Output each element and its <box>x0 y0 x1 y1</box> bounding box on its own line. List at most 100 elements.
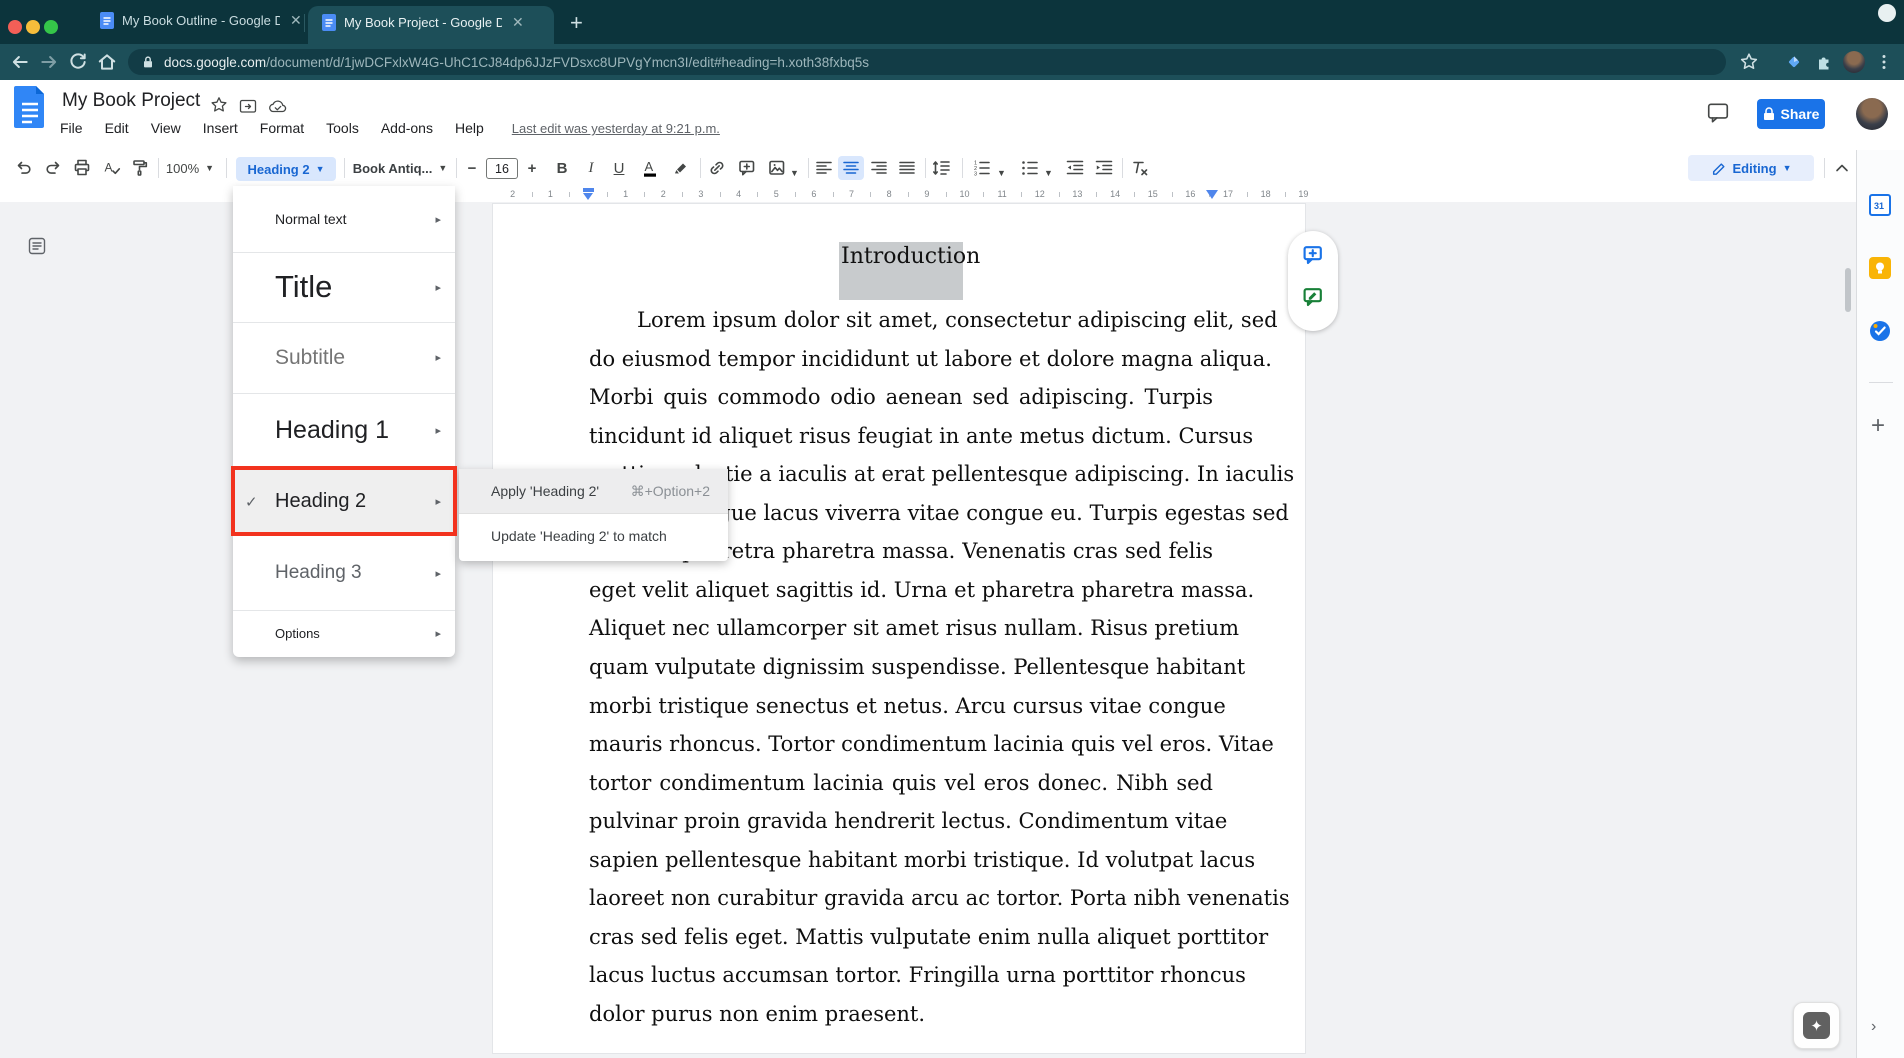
account-avatar[interactable] <box>1856 98 1888 130</box>
extensions-puzzle-icon[interactable] <box>1814 52 1834 77</box>
menu-insert[interactable]: Insert <box>203 120 238 136</box>
right-indent-marker[interactable] <box>1206 190 1218 199</box>
justify-icon[interactable] <box>897 158 917 178</box>
tab-my-book-project[interactable]: My Book Project - Google Docs ✕ <box>322 14 524 31</box>
show-outline-icon[interactable] <box>27 236 47 256</box>
paragraph-line[interactable]: sapien pellentesque habitant morbi trist… <box>589 841 1213 880</box>
paragraph-line[interactable]: dolor purus non enim praesent. <box>589 995 1213 1034</box>
reload-icon[interactable] <box>68 52 88 72</box>
close-window-button[interactable] <box>8 20 22 34</box>
chevron-down-icon[interactable]: ▼ <box>790 163 799 181</box>
insert-image-icon[interactable] <box>767 158 787 178</box>
align-right-icon[interactable] <box>869 158 889 178</box>
minimize-window-button[interactable] <box>26 20 40 34</box>
google-keep-icon[interactable] <box>1869 257 1891 279</box>
update-heading-2-item[interactable]: Update 'Heading 2' to match <box>459 514 728 558</box>
suggest-edits-icon[interactable] <box>1301 285 1325 309</box>
paragraph-line[interactable]: morbi tristique senectus et netus. Arcu … <box>589 687 1213 726</box>
text-color-icon[interactable]: A <box>640 158 660 178</box>
bulleted-list-icon[interactable] <box>1020 158 1040 178</box>
menu-view[interactable]: View <box>151 120 181 136</box>
paragraph-line[interactable]: mauris rhoncus. Tortor condimentum lacin… <box>589 725 1213 764</box>
close-tab-icon[interactable]: ✕ <box>290 12 302 29</box>
open-comments-icon[interactable] <box>1706 101 1730 125</box>
increase-font-size-button[interactable]: + <box>522 158 542 178</box>
menu-format[interactable]: Format <box>260 120 304 136</box>
add-comment-icon[interactable] <box>1301 243 1325 267</box>
browser-profile-avatar[interactable] <box>1843 51 1865 73</box>
browser-menu-kebab-icon[interactable] <box>1874 52 1894 77</box>
highlight-color-icon[interactable] <box>670 158 690 178</box>
collapse-side-panel-icon[interactable]: › <box>1871 1018 1876 1036</box>
style-option-heading-1[interactable]: Heading 1▸ <box>233 393 455 467</box>
paragraph-line[interactable]: Aliquet nec ullamcorper sit amet risus n… <box>589 609 1213 648</box>
italic-icon[interactable]: I <box>581 158 601 178</box>
google-calendar-icon[interactable]: 31 <box>1869 194 1891 216</box>
chevron-down-icon[interactable]: ▼ <box>997 163 1006 181</box>
star-document-icon[interactable] <box>210 96 228 114</box>
paragraph-line[interactable]: eget velit aliquet sagittis id. Urna et … <box>589 571 1213 610</box>
paragraph-line[interactable]: quam vulputate dignissim suspendisse. Pe… <box>589 648 1213 687</box>
address-bar[interactable]: docs.google.com/document/d/1jwDCFxlxW4G-… <box>128 49 1726 75</box>
add-comment-icon[interactable] <box>737 158 757 178</box>
cloud-status-icon[interactable] <box>268 97 288 115</box>
decrease-font-size-button[interactable]: − <box>462 158 482 178</box>
left-indent-marker[interactable] <box>583 193 593 200</box>
tab-search-button[interactable] <box>1878 4 1896 22</box>
zoom-window-button[interactable] <box>44 20 58 34</box>
menu-edit[interactable]: Edit <box>105 120 129 136</box>
style-option-subtitle[interactable]: Subtitle▸ <box>233 322 455 393</box>
paragraph-line[interactable]: do eiusmod tempor incididunt ut labore e… <box>589 340 1213 379</box>
style-option-options[interactable]: Options▸ <box>233 610 455 657</box>
style-option-heading-3[interactable]: Heading 3▸ <box>233 536 455 610</box>
paragraph-line[interactable]: laoreet non curabitur gravida arcu ac to… <box>589 879 1213 918</box>
undo-icon[interactable] <box>14 158 34 178</box>
font-size-input[interactable]: 16 <box>486 158 518 179</box>
paragraph-line[interactable]: Lorem ipsum dolor sit amet, consectetur … <box>637 301 1213 340</box>
docs-logo[interactable] <box>14 86 46 133</box>
scrollbar-thumb[interactable] <box>1845 268 1851 312</box>
close-tab-icon[interactable]: ✕ <box>512 14 524 31</box>
document-heading[interactable]: Introduction <box>839 242 963 269</box>
chevron-down-icon[interactable]: ▼ <box>1044 163 1053 181</box>
menu-file[interactable]: File <box>60 120 83 136</box>
increase-indent-icon[interactable] <box>1094 158 1114 178</box>
apply-heading-2-item[interactable]: Apply 'Heading 2' ⌘+Option+2 <box>459 469 728 513</box>
line-spacing-icon[interactable] <box>931 158 951 178</box>
share-button[interactable]: Share <box>1757 99 1825 129</box>
editing-mode-select[interactable]: Editing ▼ <box>1688 155 1814 181</box>
first-line-indent-marker[interactable] <box>583 188 594 192</box>
style-option-normal-text[interactable]: Normal text▸ <box>233 186 455 252</box>
paragraph-line[interactable]: Morbi quis commodo odio aenean sed adipi… <box>589 378 1213 417</box>
zoom-select[interactable]: 100%▼ <box>164 158 216 178</box>
explore-button[interactable]: ✦ <box>1793 1002 1840 1049</box>
bold-icon[interactable]: B <box>552 158 572 178</box>
add-addon-button[interactable]: + <box>1871 412 1885 440</box>
paragraph-line[interactable]: cras sed felis eget. Mattis vulputate en… <box>589 918 1213 957</box>
extension-icon[interactable] <box>1784 52 1804 77</box>
paragraph-line[interactable]: tincidunt id aliquet risus feugiat in an… <box>589 417 1213 456</box>
align-left-icon[interactable] <box>814 158 834 178</box>
decrease-indent-icon[interactable] <box>1065 158 1085 178</box>
styles-select[interactable]: Heading 2▼ <box>236 157 336 181</box>
redo-icon[interactable] <box>43 158 63 178</box>
paragraph-line[interactable]: tortor condimentum lacinia quis vel eros… <box>589 764 1213 803</box>
menu-addons[interactable]: Add-ons <box>381 120 433 136</box>
move-to-folder-icon[interactable] <box>239 97 257 115</box>
numbered-list-icon[interactable]: 123 <box>972 158 992 178</box>
collapse-toolbar-icon[interactable] <box>1832 158 1852 178</box>
paragraph-line[interactable]: pulvinar proin gravida hendrerit lectus.… <box>589 802 1213 841</box>
back-icon[interactable] <box>10 52 30 72</box>
style-option-title[interactable]: Title▸ <box>233 252 455 322</box>
paint-format-icon[interactable] <box>130 158 150 178</box>
new-tab-button[interactable]: + <box>570 10 583 36</box>
document-page[interactable]: Introduction Lorem ipsum dolor sit amet,… <box>492 203 1306 1054</box>
align-center-icon[interactable] <box>841 158 861 178</box>
bookmark-star-icon[interactable] <box>1739 52 1759 72</box>
menu-help[interactable]: Help <box>455 120 484 136</box>
last-edit-link[interactable]: Last edit was yesterday at 9:21 p.m. <box>512 121 720 136</box>
menu-tools[interactable]: Tools <box>326 120 359 136</box>
font-select[interactable]: Book Antiq...▼ <box>352 158 448 178</box>
forward-icon[interactable] <box>39 52 59 72</box>
clear-formatting-icon[interactable] <box>1130 158 1150 178</box>
